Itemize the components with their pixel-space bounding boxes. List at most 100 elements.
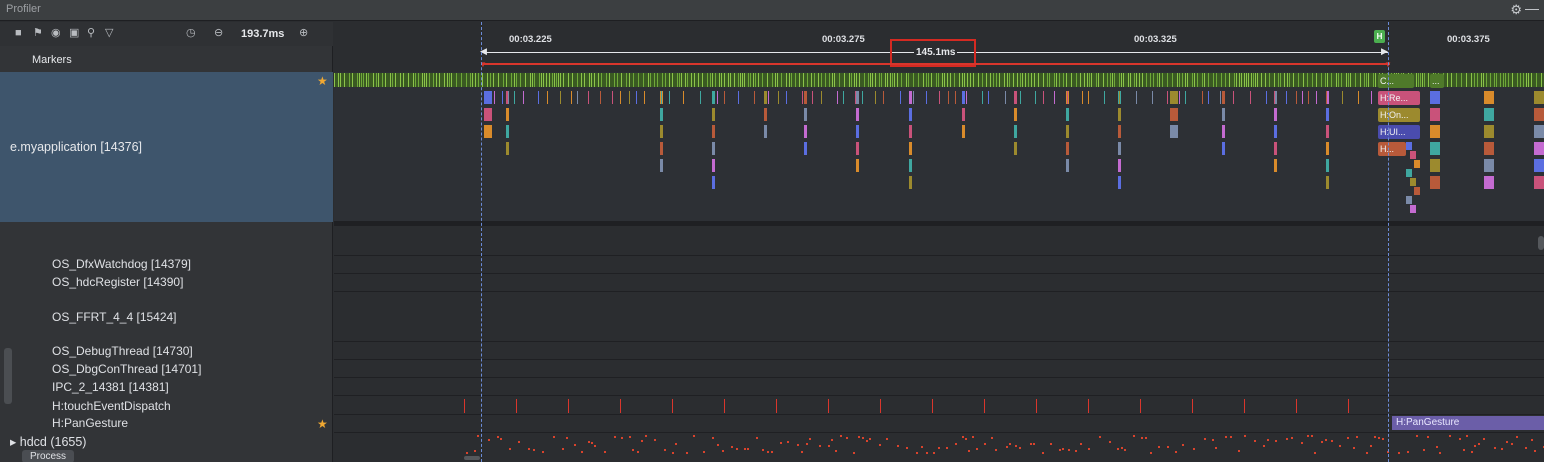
event-slice[interactable]: H...: [1378, 142, 1406, 156]
vertical-scrollbar[interactable]: [1538, 236, 1544, 250]
event-slice[interactable]: C...: [1378, 74, 1414, 88]
activity-tick: [1346, 73, 1347, 87]
hdcd-activity-tick: [1347, 437, 1349, 439]
thread-lane[interactable]: [334, 342, 1544, 360]
thread-label[interactable]: H:PanGesture: [52, 416, 128, 430]
thread-label[interactable]: OS_FFRT_4_4 [15424]: [52, 310, 177, 324]
activity-tick: [868, 73, 869, 87]
activity-tick: [744, 73, 745, 87]
timeline-area[interactable]: 00:03.225 00:03.275 00:03.325 00:03.375 …: [334, 22, 1544, 462]
event-slice: [1484, 108, 1494, 121]
thread-label[interactable]: OS_DbgConThread [14701]: [52, 362, 201, 376]
process-event-canvas: [334, 73, 1544, 213]
thread-label[interactable]: OS_DebugThread [14730]: [52, 344, 193, 358]
activity-tick: [767, 73, 768, 87]
star-icon[interactable]: ★: [317, 74, 328, 88]
activity-tick: [614, 73, 615, 87]
hdcd-activity-tick: [1075, 450, 1077, 452]
event-slice: [712, 91, 715, 104]
activity-tick: [1494, 73, 1495, 87]
star-icon[interactable]: ★: [317, 417, 328, 431]
activity-tick: [1139, 73, 1140, 87]
activity-tick: [1526, 73, 1527, 87]
event-tick: [786, 91, 787, 104]
event-tick: [1250, 91, 1251, 104]
hdcd-activity-tick: [1483, 438, 1485, 440]
thread-lane[interactable]: [334, 226, 1544, 256]
hdcd-activity-tick: [1019, 447, 1021, 449]
flag-icon[interactable]: ⚑: [33, 27, 43, 39]
activity-tick: [1031, 73, 1032, 87]
clock-icon[interactable]: ◷: [186, 27, 196, 39]
activity-tick: [1483, 73, 1484, 87]
activity-tick: [715, 73, 716, 87]
activity-tick: [993, 73, 994, 87]
event-tick: [837, 91, 838, 104]
pan-gesture-lane[interactable]: [334, 415, 1544, 433]
activity-tick: [408, 73, 409, 87]
filter-icon[interactable]: ▽: [105, 27, 113, 39]
event-slice: [1118, 176, 1121, 189]
activity-tick: [373, 73, 374, 87]
touch-event-tick: [1036, 399, 1037, 413]
thread-lane[interactable]: [334, 378, 1544, 396]
activity-tick: [923, 73, 924, 87]
collapse-handle[interactable]: [4, 348, 12, 404]
hdcd-lane[interactable]: [334, 433, 1544, 462]
activity-tick: [385, 73, 386, 87]
process-lane[interactable]: C... ... H:Re... H:On... H:UI... H...: [334, 72, 1544, 222]
thread-lane[interactable]: [334, 274, 1544, 292]
touch-event-tick: [724, 399, 725, 413]
activity-tick: [803, 73, 804, 87]
event-slice[interactable]: H:On...: [1378, 108, 1420, 122]
search-icon[interactable]: ⚲: [87, 27, 95, 39]
thread-lane[interactable]: [334, 292, 1544, 342]
thread-lane[interactable]: [334, 256, 1544, 274]
hdcd-activity-tick: [897, 445, 899, 447]
activity-tick: [681, 73, 682, 87]
thread-lane[interactable]: [334, 360, 1544, 378]
event-slice[interactable]: H:Re...: [1378, 91, 1420, 105]
pan-gesture-slice[interactable]: H:PanGesture: [1392, 416, 1544, 430]
hdcd-process-label[interactable]: ▸ hdcd (1655): [10, 434, 86, 449]
activity-tick: [541, 73, 542, 87]
event-slice: [660, 108, 663, 121]
event-slice: [660, 159, 663, 172]
record-icon[interactable]: ◉: [51, 27, 61, 39]
touch-event-lane[interactable]: [334, 396, 1544, 415]
hdcd-activity-tick: [1175, 451, 1177, 453]
thread-label[interactable]: H:touchEventDispatch: [52, 399, 171, 413]
activity-tick: [1327, 73, 1328, 87]
touch-event-tick: [1244, 399, 1245, 413]
event-tick: [523, 91, 524, 104]
hdcd-activity-tick: [686, 452, 688, 454]
event-slice[interactable]: H:UI...: [1378, 125, 1420, 139]
event-tick: [1043, 91, 1044, 104]
screenshot-icon[interactable]: ▣: [69, 27, 79, 39]
time-ruler[interactable]: 00:03.225 00:03.275 00:03.325 00:03.375 …: [334, 22, 1544, 72]
activity-tick: [1056, 73, 1057, 87]
thread-label[interactable]: OS_hdcRegister [14390]: [52, 275, 183, 289]
activity-tick: [539, 73, 540, 87]
zoom-in-icon[interactable]: ⊕: [299, 27, 308, 39]
event-tick: [1274, 91, 1275, 104]
activity-tick: [516, 73, 517, 87]
thread-label[interactable]: OS_DfxWatchdog [14379]: [52, 257, 191, 271]
event-slice[interactable]: ...: [1430, 74, 1444, 88]
thread-label[interactable]: IPC_2_14381 [14381]: [52, 380, 169, 394]
event-slice: [1066, 108, 1069, 121]
zoom-out-icon[interactable]: ⊖: [214, 27, 223, 39]
stop-icon[interactable]: ■: [15, 27, 22, 39]
event-tick: [855, 91, 856, 104]
activity-tick: [606, 73, 607, 87]
activity-tick: [777, 73, 778, 87]
event-slice: [909, 108, 912, 121]
gear-icon[interactable]: ⚙: [1510, 2, 1522, 18]
event-slice: [1326, 176, 1329, 189]
event-tick: [1358, 91, 1359, 104]
minimize-icon[interactable]: —: [1525, 0, 1539, 16]
horizontal-scrollbar[interactable]: [464, 456, 480, 460]
flag-marker-icon[interactable]: H: [1374, 30, 1385, 43]
process-row[interactable]: ★ e.myapplication [14376]: [0, 72, 333, 222]
activity-tick: [753, 73, 754, 87]
